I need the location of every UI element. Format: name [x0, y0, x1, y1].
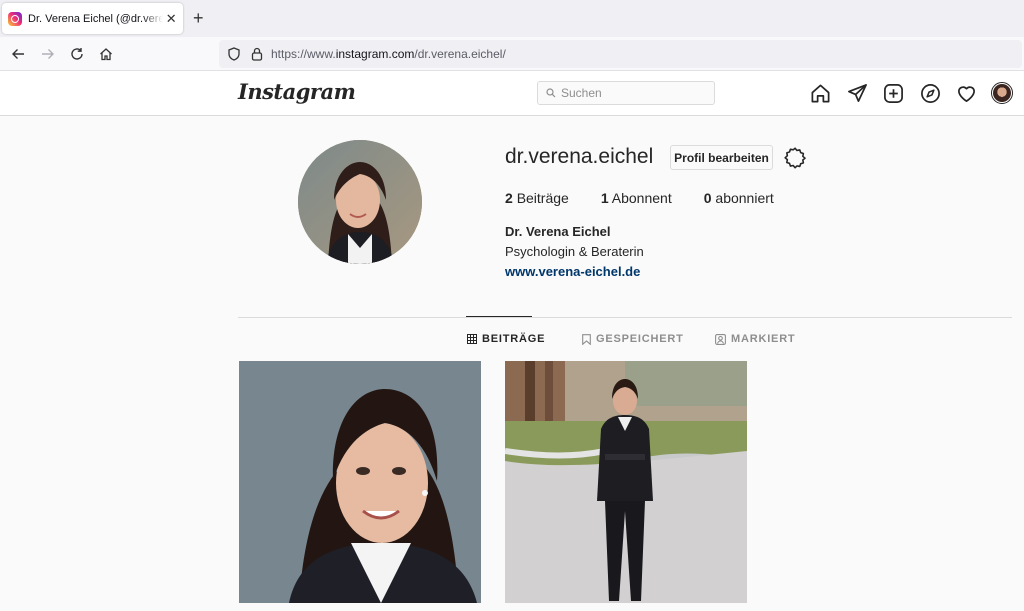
tab-saved[interactable]: GESPEICHERT: [582, 333, 684, 345]
direct-icon[interactable]: [846, 82, 868, 104]
grid-icon: [467, 334, 477, 344]
back-arrow-icon[interactable]: [8, 44, 28, 64]
full-body-photo-outdoor: [505, 361, 747, 603]
url-domain: instagram.com: [335, 47, 415, 61]
home-icon[interactable]: [809, 82, 831, 104]
tab-tagged-label: MARKIERT: [731, 333, 796, 345]
stat-followers[interactable]: 1 Abonnent: [601, 190, 672, 206]
new-tab-button[interactable]: +: [193, 8, 204, 28]
profile-bio: Psychologin & Beraterin: [505, 244, 644, 259]
browser-tab[interactable]: Dr. Verena Eichel (@dr.verena.eichel) ✕: [2, 3, 183, 34]
new-post-icon[interactable]: [882, 82, 904, 104]
profile-full-name: Dr. Verena Eichel: [505, 224, 611, 239]
post-thumbnail[interactable]: [239, 361, 481, 603]
lock-icon[interactable]: [251, 47, 263, 61]
url-bar[interactable]: https://www.instagram.com/dr.verena.eich…: [219, 40, 1022, 68]
tagged-person-icon: [715, 333, 726, 345]
profile-stats: 2 Beiträge 1 Abonnent 0 abonniert: [505, 190, 806, 206]
tab-close-icon[interactable]: ✕: [165, 11, 177, 27]
reload-icon[interactable]: [67, 44, 87, 64]
browser-tabbar: Dr. Verena Eichel (@dr.verena.eichel) ✕ …: [0, 0, 1024, 37]
tab-posts-label: BEITRÄGE: [482, 333, 546, 345]
search-icon: [546, 88, 556, 98]
home-icon[interactable]: [96, 44, 116, 64]
url-text: https://www.instagram.com/dr.verena.eich…: [271, 47, 506, 61]
stat-posts-count: 2: [505, 190, 513, 206]
tabs-divider: [238, 317, 1012, 318]
active-tab-indicator: [466, 316, 532, 317]
stat-followers-count: 1: [600, 190, 609, 206]
profile-username: dr.verena.eichel: [505, 145, 654, 168]
instagram-logo[interactable]: Instagram: [238, 79, 356, 104]
stat-posts[interactable]: 2 Beiträge: [505, 190, 569, 206]
tab-title: Dr. Verena Eichel (@dr.verena.eichel): [28, 12, 164, 25]
shield-icon[interactable]: [227, 47, 241, 61]
tab-tagged[interactable]: MARKIERT: [715, 333, 795, 345]
activity-heart-icon[interactable]: [955, 82, 977, 104]
explore-icon[interactable]: [919, 82, 941, 104]
stat-following-count: 0: [703, 190, 712, 206]
post-thumbnail[interactable]: [505, 361, 747, 603]
tab-saved-label: GESPEICHERT: [596, 333, 684, 345]
edit-profile-button[interactable]: Profil bearbeiten: [670, 145, 773, 170]
stat-posts-label: Beiträge: [516, 190, 569, 206]
profile-website-link[interactable]: www.verena-eichel.de: [505, 264, 640, 279]
profile-avatar[interactable]: [991, 82, 1013, 104]
forward-arrow-icon[interactable]: [38, 44, 58, 64]
stat-followers-label: Abonnent: [611, 190, 672, 206]
settings-gear-icon[interactable]: [783, 146, 807, 170]
stat-following[interactable]: 0 abonniert: [704, 190, 774, 206]
portrait-photo: [239, 361, 481, 603]
browser-navbar: https://www.instagram.com/dr.verena.eich…: [0, 37, 1024, 71]
search-input[interactable]: [561, 86, 711, 100]
instagram-favicon-icon: [8, 11, 22, 26]
instagram-header: Instagram: [0, 71, 1024, 116]
url-prefix: https://www.: [271, 47, 336, 61]
bookmark-icon: [582, 333, 591, 345]
tab-posts[interactable]: BEITRÄGE: [467, 333, 545, 345]
profile-picture[interactable]: [298, 140, 422, 264]
stat-following-label: abonniert: [715, 190, 774, 206]
url-path: /dr.verena.eichel/: [414, 47, 506, 61]
search-box[interactable]: [537, 81, 715, 105]
